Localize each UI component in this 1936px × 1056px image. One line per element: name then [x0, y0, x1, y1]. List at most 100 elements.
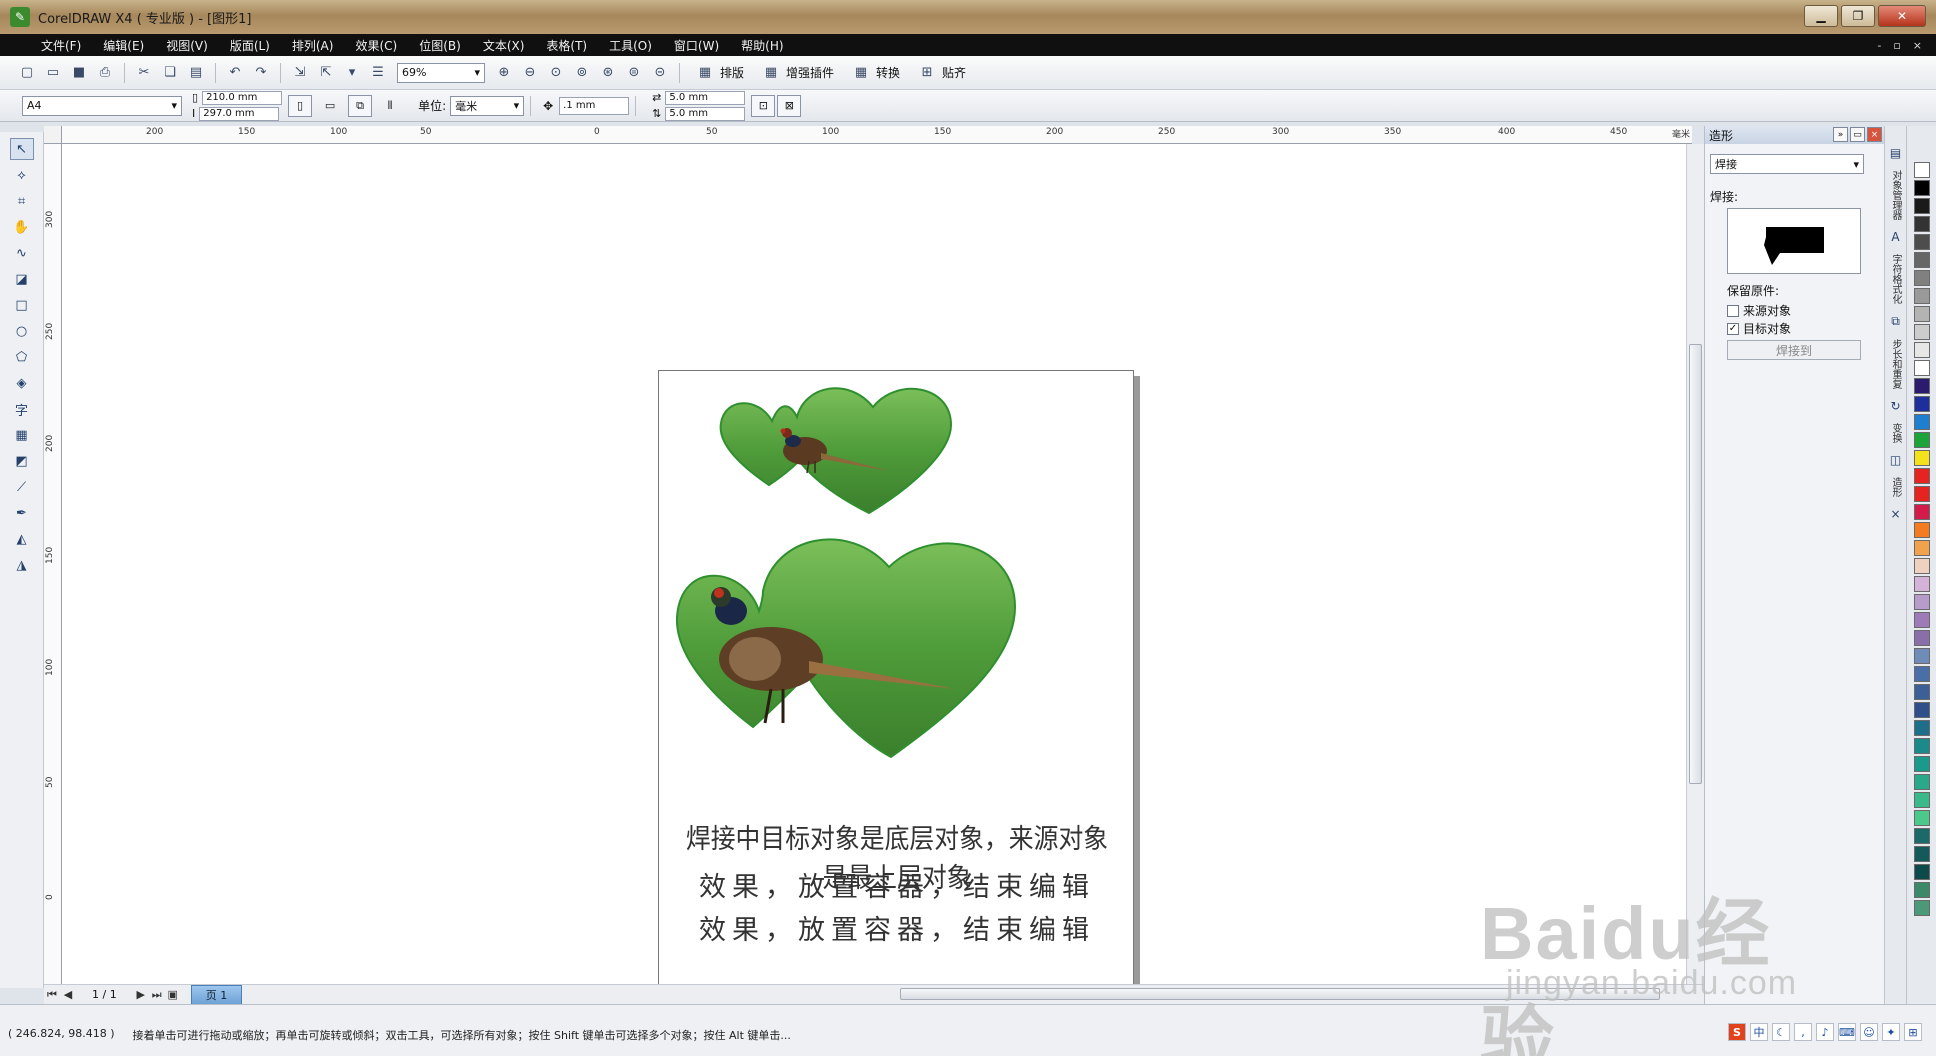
convert-button[interactable]: ▦ 转换 [850, 62, 900, 84]
vertical-scroll-thumb[interactable] [1689, 344, 1702, 784]
prev-page-icon[interactable]: ◀ [60, 988, 76, 1001]
welcome-screen-icon[interactable]: ☰ [367, 62, 389, 84]
color-swatch[interactable] [1913, 198, 1930, 214]
color-swatch[interactable] [1913, 324, 1930, 340]
paste-icon[interactable]: ▤ [185, 62, 207, 84]
menu-window[interactable]: 窗口(W) [663, 37, 730, 54]
zoom-height-icon[interactable]: ⊝ [649, 62, 671, 84]
zoom-out-icon[interactable]: ⊖ [519, 62, 541, 84]
menu-view[interactable]: 视图(V) [155, 37, 219, 54]
menu-edit[interactable]: 编辑(E) [92, 37, 155, 54]
docker-tab-step-repeat[interactable]: 步长和重复 [1888, 339, 1903, 389]
color-swatch[interactable] [1913, 432, 1930, 448]
pick-tool-icon[interactable]: ↖ [9, 138, 34, 160]
basic-shapes-tool-icon[interactable]: ◈ [10, 372, 34, 394]
close-icon[interactable]: × [1890, 507, 1900, 521]
first-page-icon[interactable]: ⏮ [44, 988, 60, 1002]
zoom-all-icon[interactable]: ⊚ [571, 62, 593, 84]
import-icon[interactable]: ⇲ [289, 62, 311, 84]
doc-close-icon[interactable]: × [1913, 39, 1922, 52]
color-swatch[interactable] [1913, 396, 1930, 412]
docker-minimize-icon[interactable]: ▭ [1850, 127, 1865, 142]
interactive-fill-tool-icon[interactable]: ◮ [10, 554, 34, 576]
crop-tool-icon[interactable]: ⌗ [10, 190, 34, 212]
page-text-line-3[interactable]: 效果，放置容器，结束编辑 [659, 908, 1135, 947]
color-swatch[interactable] [1913, 738, 1930, 754]
menu-layout[interactable]: 版面(L) [219, 37, 281, 54]
undo-icon[interactable]: ↶ [224, 62, 246, 84]
open-folder-icon[interactable]: ▭ [42, 62, 64, 84]
color-swatch[interactable] [1913, 540, 1930, 556]
ime-shirt-icon[interactable]: ✦ [1882, 1023, 1900, 1041]
color-swatch[interactable] [1913, 792, 1930, 808]
ime-keyboard-icon[interactable]: ⌨ [1838, 1023, 1856, 1041]
menu-arrange[interactable]: 排列(A) [281, 37, 345, 54]
color-swatch[interactable] [1913, 234, 1930, 250]
ime-grid-icon[interactable]: ⊞ [1904, 1023, 1922, 1041]
page-tab[interactable]: 页 1 [190, 984, 243, 1005]
menu-bitmaps[interactable]: 位图(B) [408, 37, 472, 54]
plugin-button[interactable]: ▦ 增强插件 [760, 62, 834, 84]
zoom-width-icon[interactable]: ⊜ [623, 62, 645, 84]
color-swatch[interactable] [1913, 522, 1930, 538]
weld-to-button[interactable]: 焊接到 [1727, 340, 1861, 360]
smart-fill-tool-icon[interactable]: ◪ [10, 268, 34, 290]
page-width-input[interactable]: 210.0 mm [202, 90, 283, 105]
color-swatch[interactable] [1913, 612, 1930, 628]
zoom-level-select[interactable]: 69% ▾ [397, 62, 485, 83]
zoom-page-icon[interactable]: ⊛ [597, 62, 619, 84]
add-page-icon[interactable]: ▣ [165, 988, 181, 1001]
treat-as-filled-button[interactable]: ⊡ [751, 94, 776, 117]
docker-tab-transform[interactable]: 变换 [1888, 423, 1903, 443]
nudge-input[interactable]: .1 mm [559, 96, 630, 115]
doc-minimize-icon[interactable]: - [1877, 39, 1881, 52]
horizontal-ruler[interactable]: 200 150 100 50 0 50 100 150 200 250 300 … [62, 126, 1692, 144]
color-swatch[interactable] [1913, 450, 1930, 466]
ellipse-tool-icon[interactable]: ○ [10, 320, 34, 342]
color-swatch[interactable] [1913, 270, 1930, 286]
dup-y-input[interactable]: 5.0 mm [665, 106, 746, 121]
drawing-canvas[interactable]: 焊接中目标对象是底层对象，来源对象是最上层对象 效果，放置容器，结束编辑 效果，… [62, 144, 1686, 1040]
color-swatch[interactable] [1913, 288, 1930, 304]
color-swatch[interactable] [1913, 630, 1930, 646]
color-swatch[interactable] [1913, 846, 1930, 862]
shape-tool-icon[interactable]: ⟡ [10, 164, 34, 186]
docker-tab-object-manager[interactable]: 对象管理器 [1888, 170, 1903, 220]
color-swatch[interactable] [1913, 702, 1930, 718]
copy-icon[interactable]: ❏ [159, 62, 181, 84]
menu-tools[interactable]: 工具(O) [598, 37, 663, 54]
color-swatch[interactable] [1913, 594, 1930, 610]
landscape-button[interactable]: ▭ [318, 95, 342, 117]
target-object-option[interactable]: ✓ 目标对象 [1727, 320, 1791, 337]
source-object-checkbox[interactable] [1727, 304, 1739, 317]
application-launcher-icon[interactable]: ▾ [341, 62, 363, 84]
table-tool-icon[interactable]: ▦ [10, 424, 34, 446]
page-text-line-2[interactable]: 效果，放置容器，结束编辑 [659, 865, 1135, 904]
color-swatch[interactable] [1913, 162, 1930, 178]
current-page-button[interactable]: ⫴ [378, 95, 402, 117]
redo-icon[interactable]: ↷ [250, 62, 272, 84]
menu-text[interactable]: 文本(X) [472, 37, 536, 54]
snap-button[interactable]: ⊞ 贴齐 [916, 62, 966, 84]
color-swatch[interactable] [1913, 486, 1930, 502]
color-swatch[interactable] [1913, 342, 1930, 358]
polygon-tool-icon[interactable]: ⬠ [10, 346, 34, 368]
color-swatch[interactable] [1913, 828, 1930, 844]
color-swatch[interactable] [1913, 180, 1930, 196]
docker-tab-shaping[interactable]: 造形 [1888, 477, 1903, 497]
zoom-in-icon[interactable]: ⊕ [493, 62, 515, 84]
color-swatch[interactable] [1913, 504, 1930, 520]
dup-x-input[interactable]: 5.0 mm [665, 90, 746, 105]
cut-icon[interactable]: ✂ [133, 62, 155, 84]
print-icon[interactable]: ⎙ [94, 62, 116, 84]
docker-expand-icon[interactable]: » [1833, 127, 1848, 142]
document-page[interactable]: 焊接中目标对象是底层对象，来源对象是最上层对象 效果，放置容器，结束编辑 效果，… [658, 370, 1134, 1040]
eyedropper-tool-icon[interactable]: ⟋ [10, 476, 34, 498]
last-page-icon[interactable]: ⏭ [149, 988, 165, 1002]
shaping-mode-select[interactable]: 焊接 ▾ [1710, 154, 1864, 174]
next-page-icon[interactable]: ▶ [133, 988, 149, 1001]
vertical-ruler[interactable]: 300 250 200 150 100 50 0 [44, 144, 62, 984]
draw-objects-button[interactable]: ⊠ [777, 94, 802, 117]
freehand-tool-icon[interactable]: ∿ [10, 242, 34, 264]
color-swatch[interactable] [1913, 720, 1930, 736]
